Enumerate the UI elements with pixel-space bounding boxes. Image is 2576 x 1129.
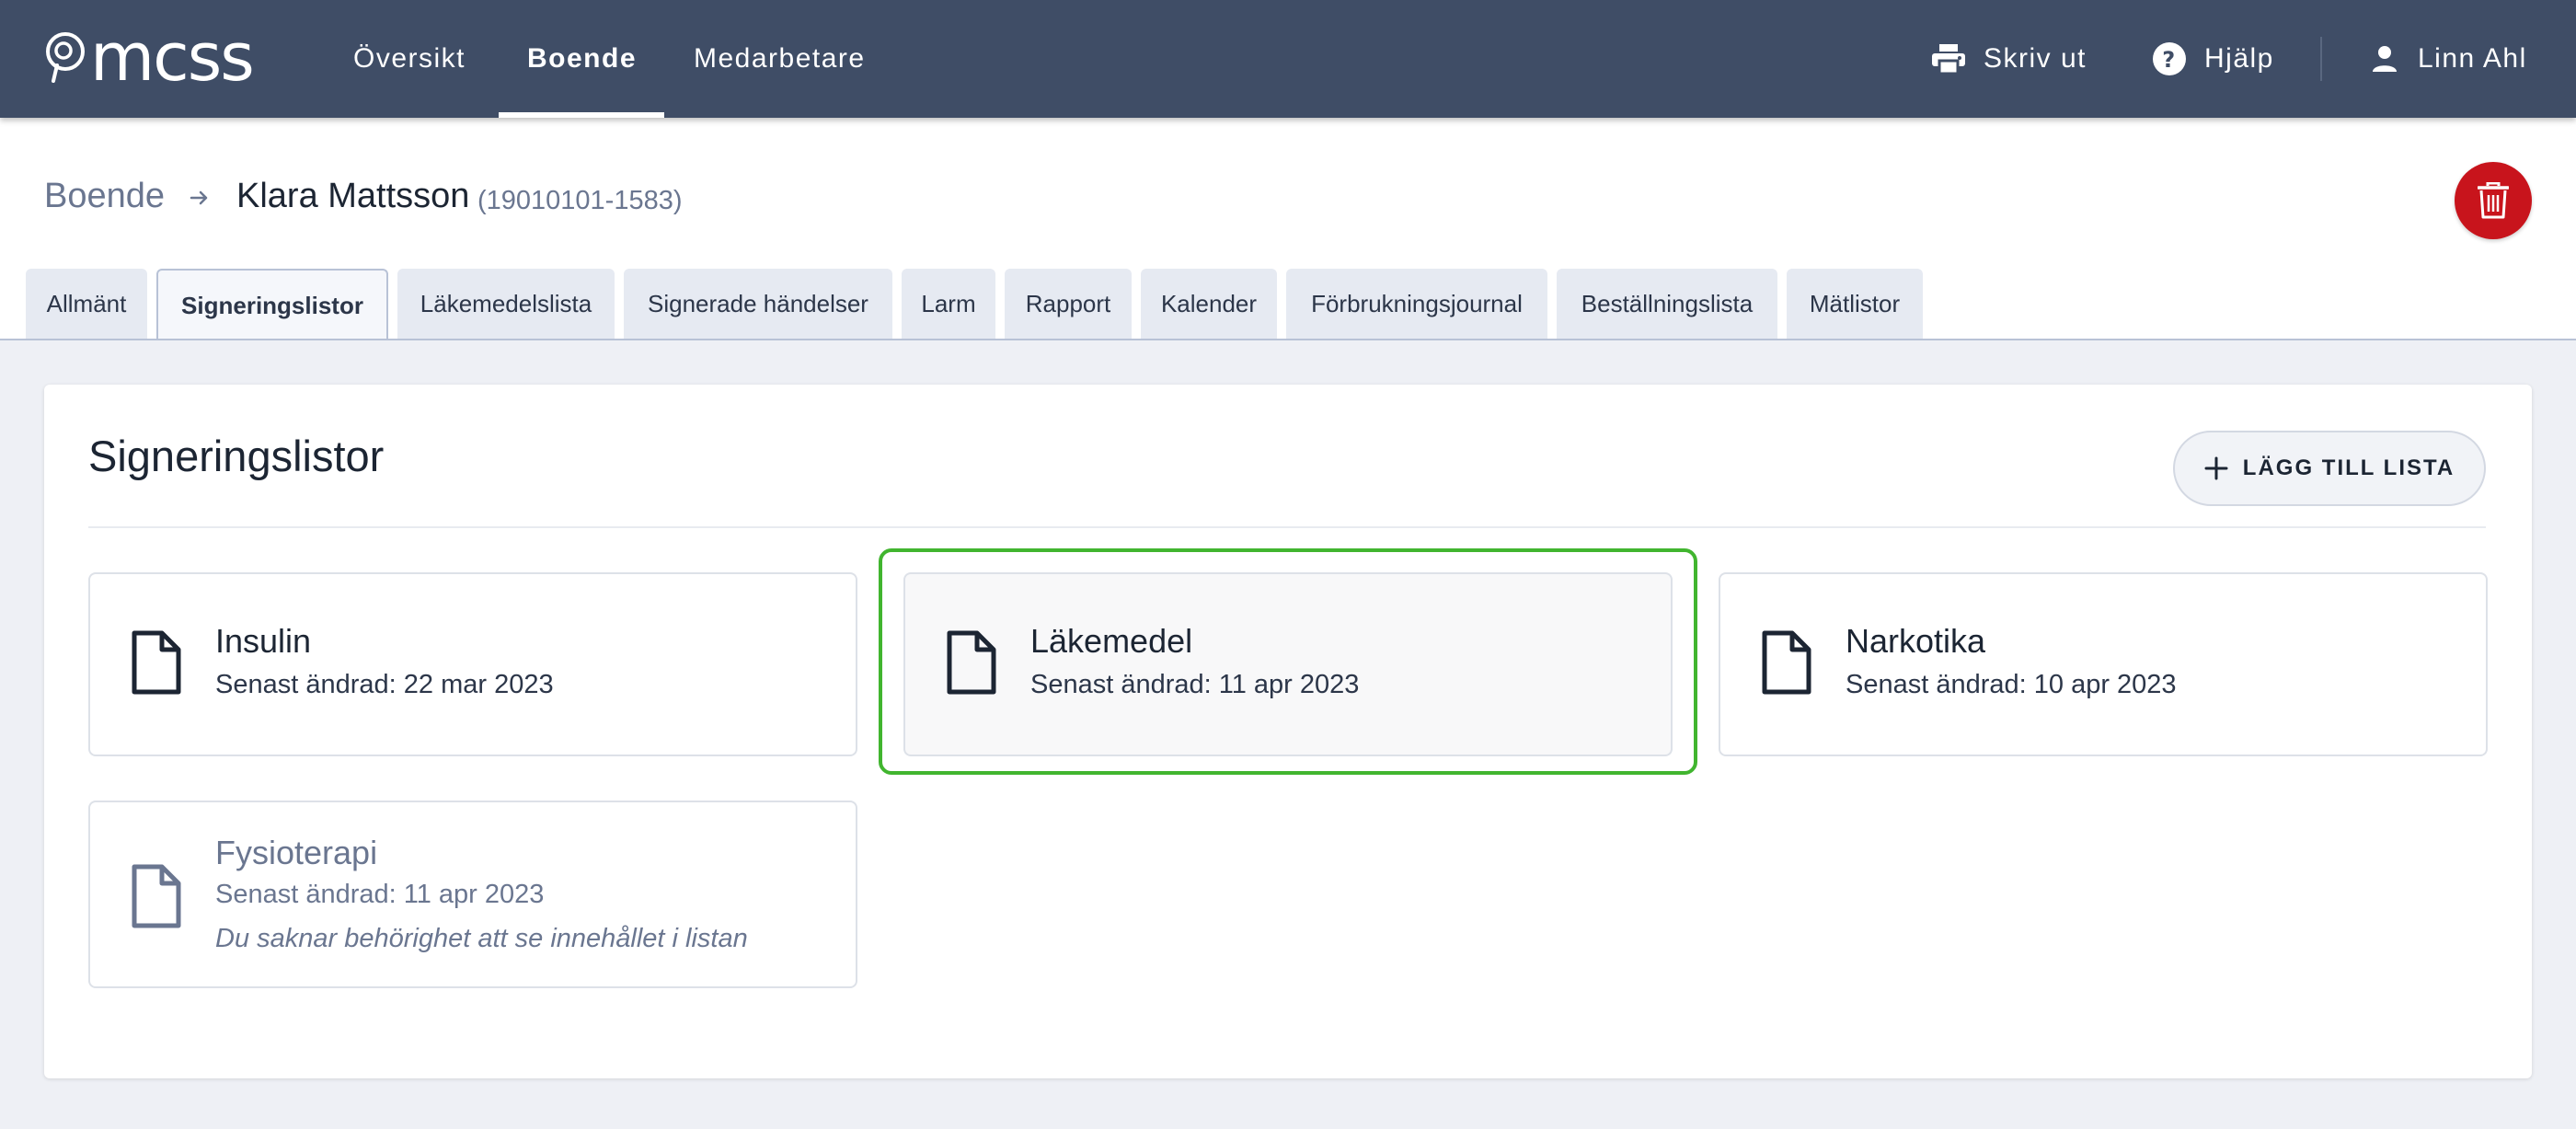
user-name: Linn Ahl: [2418, 43, 2527, 74]
tabs-baseline: [0, 339, 2576, 340]
tab-rapport[interactable]: Rapport: [1005, 269, 1132, 339]
tab-larm[interactable]: Larm: [902, 269, 995, 339]
arrow-right-icon: [190, 190, 208, 205]
tab-forbrukningsjournal[interactable]: Förbrukningsjournal: [1286, 269, 1547, 339]
list-modified-date: Senast ändrad: 10 apr 2023: [1846, 670, 2177, 699]
list-name: Läkemedel: [1030, 622, 1193, 660]
list-name: Insulin: [215, 622, 312, 660]
list-card-lakemedel[interactable]: Läkemedel Senast ändrad: 11 apr 2023: [903, 572, 1673, 756]
document-icon: [132, 630, 181, 695]
user-menu[interactable]: Linn Ahl: [2370, 0, 2527, 118]
list-card-narkotika[interactable]: Narkotika Senast ändrad: 10 apr 2023: [1719, 572, 2488, 756]
list-modified-date: Senast ändrad: 11 apr 2023: [1030, 670, 1360, 699]
tab-allmant[interactable]: Allmänt: [26, 269, 147, 339]
print-label: Skriv ut: [1984, 43, 2087, 74]
list-modified-date: Senast ändrad: 11 apr 2023: [215, 880, 545, 909]
nav-boende[interactable]: Boende: [527, 0, 637, 118]
no-permission-note: Du saknar behörighet att se innehållet i…: [215, 924, 748, 953]
delete-button[interactable]: [2455, 162, 2532, 239]
nav-oversikt[interactable]: Översikt: [353, 0, 466, 118]
help-icon: ?: [2153, 42, 2186, 75]
section-divider: [88, 526, 2486, 528]
nav-medarbetare[interactable]: Medarbetare: [694, 0, 866, 118]
add-list-button[interactable]: LÄGG TILL LISTA: [2173, 431, 2486, 506]
mcss-logo[interactable]: mcss: [44, 18, 255, 96]
tab-signerade-handelser[interactable]: Signerade händelser: [624, 269, 892, 339]
help-button[interactable]: ? Hjälp: [2153, 0, 2274, 118]
print-button[interactable]: Skriv ut: [1932, 0, 2087, 118]
list-name: Narkotika: [1846, 622, 1986, 660]
breadcrumb-boende-link[interactable]: Boende: [44, 177, 165, 216]
tab-matlistor[interactable]: Mätlistor: [1787, 269, 1923, 339]
list-card-insulin[interactable]: Insulin Senast ändrad: 22 mar 2023: [88, 572, 857, 756]
list-card-fysioterapi[interactable]: Fysioterapi Senast ändrad: 11 apr 2023 D…: [88, 801, 857, 988]
tab-signeringslistor[interactable]: Signeringslistor: [156, 269, 388, 340]
tab-bestallningslista[interactable]: Beställningslista: [1557, 269, 1777, 339]
logo-icon: [46, 32, 85, 83]
panel-title: Signeringslistor: [88, 432, 385, 480]
logo-text: mcss: [90, 18, 255, 96]
svg-text:?: ?: [2162, 47, 2176, 73]
document-icon: [947, 630, 996, 695]
tab-kalender[interactable]: Kalender: [1141, 269, 1277, 339]
patient-name: Klara Mattsson: [236, 177, 470, 215]
top-navigation-bar: mcss Översikt Boende Medarbetare Skriv u…: [0, 0, 2576, 118]
plus-icon: [2204, 456, 2228, 480]
active-nav-indicator: [499, 112, 664, 118]
help-label: Hjälp: [2204, 43, 2274, 74]
patient-id: (19010101-1583): [477, 186, 683, 215]
nav-divider: [2320, 37, 2322, 81]
document-icon: [1762, 630, 1811, 695]
tab-lakemedelslista[interactable]: Läkemedelslista: [397, 269, 615, 339]
list-name: Fysioterapi: [215, 834, 378, 871]
document-icon: [132, 864, 181, 928]
user-icon: [2373, 46, 2397, 72]
add-list-label: LÄGG TILL LISTA: [2242, 455, 2455, 480]
trash-icon: [2478, 182, 2509, 219]
printer-icon: [1932, 44, 1965, 74]
list-modified-date: Senast ändrad: 22 mar 2023: [215, 670, 554, 699]
